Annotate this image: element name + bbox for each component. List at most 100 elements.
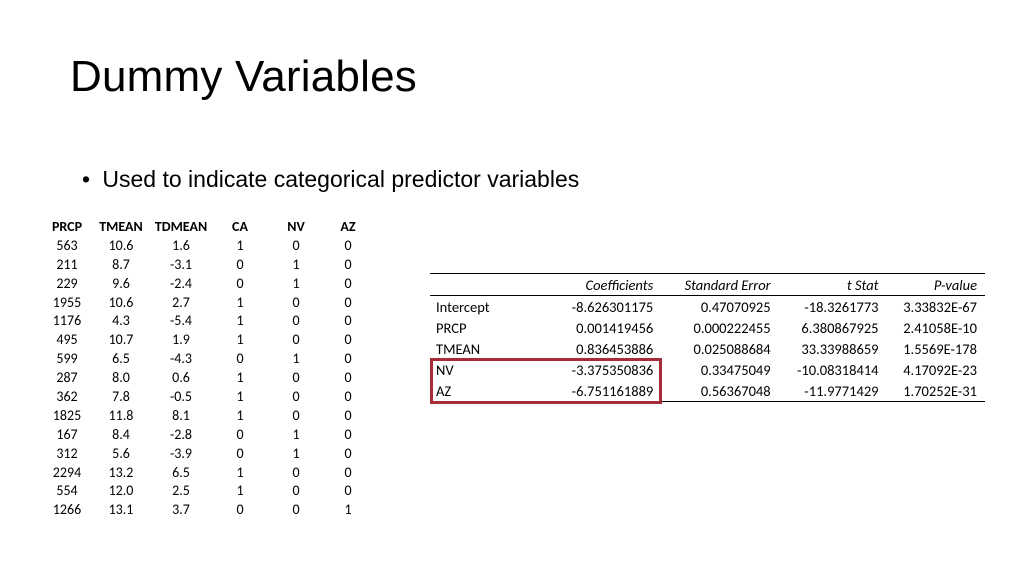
table-cell: 1 xyxy=(268,275,324,294)
table-cell: 1 xyxy=(212,331,268,350)
table-cell: 211 xyxy=(40,256,92,275)
table-cell: 0.6 xyxy=(150,369,212,388)
table-cell: 563 xyxy=(40,237,92,256)
reg-h-coef: Coefficients xyxy=(530,276,657,294)
table-row: 229413.26.5100 xyxy=(40,464,372,483)
data-table-header: PRCP TMEAN TDMEAN CA NV AZ xyxy=(40,218,372,237)
table-cell: 1 xyxy=(268,426,324,445)
table-cell: 3.7 xyxy=(150,501,212,520)
table-cell: -2.8 xyxy=(150,426,212,445)
table-cell: 0 xyxy=(212,350,268,369)
table-cell: 8.1 xyxy=(150,407,212,426)
table-cell: 0 xyxy=(324,464,372,483)
reg-cell-t: 6.380867925 xyxy=(775,319,883,337)
table-cell: 12.0 xyxy=(92,482,150,501)
table-cell: 362 xyxy=(40,388,92,407)
table-cell: 1 xyxy=(212,482,268,501)
table-row: 182511.88.1100 xyxy=(40,407,372,426)
reg-cell-name: AZ xyxy=(430,382,530,400)
table-cell: -2.4 xyxy=(150,275,212,294)
table-cell: 1 xyxy=(212,369,268,388)
table-cell: 9.6 xyxy=(92,275,150,294)
table-cell: 1955 xyxy=(40,294,92,313)
table-cell: 0 xyxy=(324,256,372,275)
table-cell: 1176 xyxy=(40,312,92,331)
table-cell: 0 xyxy=(268,482,324,501)
table-cell: 1 xyxy=(212,312,268,331)
regression-row: Intercept-8.6263011750.47070925-18.32617… xyxy=(430,296,985,317)
reg-cell-se: 0.000222455 xyxy=(657,319,774,337)
reg-cell-se: 0.56367048 xyxy=(657,382,774,400)
reg-cell-p: 2.41058E-10 xyxy=(883,319,985,337)
reg-cell-name: TMEAN xyxy=(430,340,530,358)
reg-cell-se: 0.47070925 xyxy=(657,298,774,316)
reg-cell-coef: 0.001419456 xyxy=(530,319,657,337)
table-cell: 0 xyxy=(268,501,324,520)
table-cell: 7.8 xyxy=(92,388,150,407)
table-cell: 599 xyxy=(40,350,92,369)
table-cell: 1 xyxy=(324,501,372,520)
table-row: 55412.02.5100 xyxy=(40,482,372,501)
table-cell: 229 xyxy=(40,275,92,294)
table-cell: -5.4 xyxy=(150,312,212,331)
table-cell: 6.5 xyxy=(92,350,150,369)
table-cell: 0 xyxy=(212,501,268,520)
col-header-tmean: TMEAN xyxy=(92,218,150,237)
table-cell: 0 xyxy=(268,331,324,350)
table-cell: 13.2 xyxy=(92,464,150,483)
regression-header: Coefficients Standard Error t Stat P-val… xyxy=(430,274,985,296)
table-cell: 1266 xyxy=(40,501,92,520)
table-cell: 1 xyxy=(268,445,324,464)
table-cell: 1 xyxy=(212,237,268,256)
table-cell: 0 xyxy=(324,482,372,501)
reg-cell-name: Intercept xyxy=(430,298,530,316)
table-cell: 0 xyxy=(212,275,268,294)
col-header-tdmean: TDMEAN xyxy=(150,218,212,237)
table-row: 1678.4-2.8010 xyxy=(40,426,372,445)
col-header-ca: CA xyxy=(212,218,268,237)
reg-cell-name: PRCP xyxy=(430,319,530,337)
reg-cell-t: -11.9771429 xyxy=(775,382,883,400)
table-cell: 0 xyxy=(268,237,324,256)
table-cell: 1825 xyxy=(40,407,92,426)
reg-h-t: t Stat xyxy=(775,276,883,294)
table-cell: 0 xyxy=(324,294,372,313)
table-cell: 0 xyxy=(268,407,324,426)
reg-cell-p: 1.5569E-178 xyxy=(883,340,985,358)
table-cell: 0 xyxy=(324,388,372,407)
table-cell: 11.8 xyxy=(92,407,150,426)
table-cell: 0 xyxy=(324,275,372,294)
table-cell: 1 xyxy=(212,464,268,483)
table-cell: 0 xyxy=(268,388,324,407)
table-row: 49510.71.9100 xyxy=(40,331,372,350)
reg-cell-coef: -8.626301175 xyxy=(530,298,657,316)
regression-row: TMEAN0.8364538860.02508868433.339886591.… xyxy=(430,338,985,359)
reg-h-se: Standard Error xyxy=(657,276,774,294)
table-cell: 312 xyxy=(40,445,92,464)
table-cell: 0 xyxy=(212,445,268,464)
reg-cell-p: 4.17092E-23 xyxy=(883,361,985,379)
table-cell: 287 xyxy=(40,369,92,388)
reg-cell-coef: 0.836453886 xyxy=(530,340,657,358)
table-cell: 1 xyxy=(212,388,268,407)
table-cell: 10.6 xyxy=(92,237,150,256)
table-cell: 0 xyxy=(268,312,324,331)
reg-cell-p: 1.70252E-31 xyxy=(883,382,985,400)
table-cell: 6.5 xyxy=(150,464,212,483)
regression-row: NV-3.3753508360.33475049-10.083184144.17… xyxy=(430,359,985,380)
table-cell: 0 xyxy=(324,445,372,464)
table-cell: 1 xyxy=(268,350,324,369)
table-row: 195510.62.7100 xyxy=(40,294,372,313)
col-header-prcp: PRCP xyxy=(40,218,92,237)
table-cell: 5.6 xyxy=(92,445,150,464)
reg-cell-p: 3.33832E-67 xyxy=(883,298,985,316)
table-row: 3125.6-3.9010 xyxy=(40,445,372,464)
table-cell: 0 xyxy=(268,294,324,313)
table-cell: 1.9 xyxy=(150,331,212,350)
table-cell: 554 xyxy=(40,482,92,501)
reg-cell-se: 0.025088684 xyxy=(657,340,774,358)
table-row: 2118.7-3.1010 xyxy=(40,256,372,275)
table-cell: 0 xyxy=(324,369,372,388)
reg-cell-se: 0.33475049 xyxy=(657,361,774,379)
reg-cell-coef: -6.751161889 xyxy=(530,382,657,400)
